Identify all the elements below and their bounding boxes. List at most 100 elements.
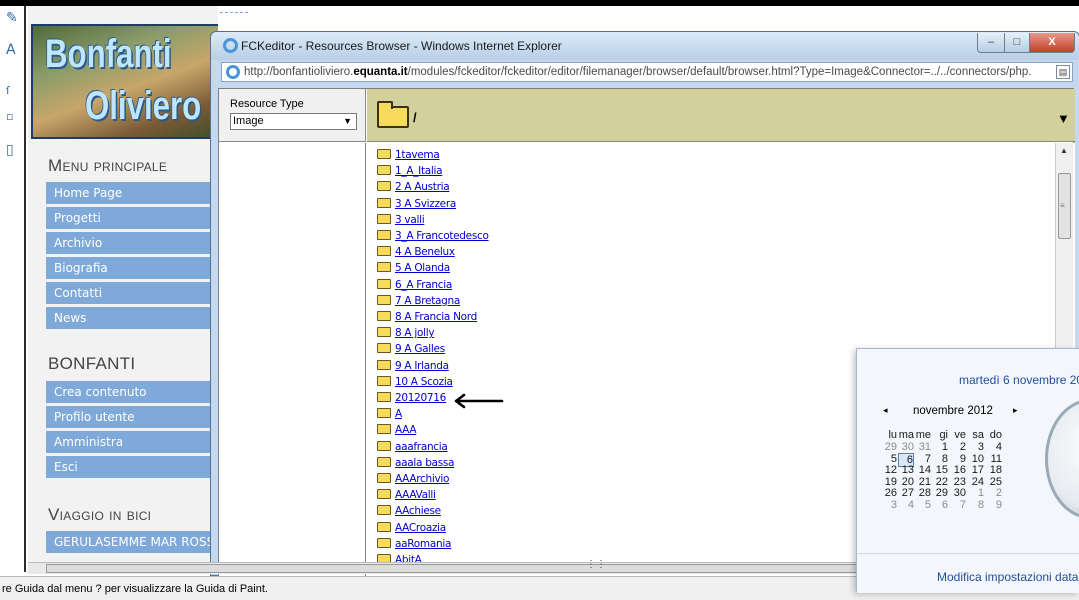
folder-item[interactable]: 1_A_Italia [377,165,443,178]
calendar-day[interactable]: 5 [881,453,897,465]
calendar-month-label[interactable]: novembre 2012 [913,405,993,417]
window-titlebar[interactable]: FCKeditor - Resources Browser - Windows … [211,32,1079,60]
calendar-day[interactable]: 20 [898,476,914,488]
calendar-day[interactable]: 28 [915,487,931,499]
calendar-day[interactable]: 18 [986,464,1002,476]
folder-item[interactable]: 10 A Scozia [377,375,453,389]
resource-type-select[interactable]: Image ▼ [230,113,357,130]
calendar-day[interactable]: 29 [932,487,948,499]
hscroll-grip-icon: ⋮⋮ [586,559,606,570]
menu-item-esci[interactable]: Esci [46,456,218,478]
selection-tool-icon[interactable]: ▯ [6,142,14,158]
folder-dropdown-icon[interactable]: ▼ [1057,111,1070,126]
minimize-button[interactable]: – [977,33,1005,53]
calendar-day[interactable]: 8 [932,453,948,465]
calendar-day[interactable]: 7 [915,453,931,465]
folder-item[interactable]: 20120716 [377,392,446,405]
folder-item[interactable]: AACroazia [377,521,446,535]
menu-item-progetti[interactable]: Progetti [46,207,218,229]
calendar-day[interactable]: 4 [986,441,1002,453]
calendar-day[interactable]: 1 [932,441,948,453]
scrollbar-grip-icon: ≡ [1060,201,1065,210]
calendar-day[interactable]: 25 [986,476,1002,488]
folder-item[interactable]: 3_A Francotedesco [377,230,489,243]
calendar-day[interactable]: 7 [950,499,966,511]
calendar-day[interactable]: 16 [950,464,966,476]
calendar-day[interactable]: 23 [950,476,966,488]
calendar-day[interactable]: 5 [915,499,931,511]
calendar-day[interactable]: 27 [898,487,914,499]
calendar-day[interactable]: 3 [968,441,984,453]
calendar-day[interactable]: 26 [881,487,897,499]
calendar-day[interactable]: 11 [986,453,1002,465]
brush-tool-icon[interactable]: ſ [6,84,10,97]
calendar-day[interactable]: 13 [898,464,914,476]
menu-item-biografia[interactable]: Biografia [46,257,218,279]
folder-item[interactable]: 6_A Francia [377,278,452,292]
calendar-day[interactable]: 31 [915,441,931,453]
next-month-icon[interactable]: ▸ [1013,405,1018,416]
folder-item[interactable]: 7 A Bretagna [377,294,460,308]
calendar-day[interactable]: 21 [915,476,931,488]
maximize-button[interactable]: □ [1004,33,1030,53]
calendar-date-title[interactable]: martedì 6 novembre 2012 [959,373,1079,387]
folder-item[interactable]: AAA [377,424,417,437]
folder-item[interactable]: 3 valli [377,213,425,227]
calendar-day[interactable]: 17 [968,464,984,476]
menu-item-news[interactable]: News [46,307,218,329]
folder-item[interactable]: AAArchivio [377,473,449,486]
calendar-day[interactable]: 4 [898,499,914,511]
folder-item[interactable]: 5 A Olanda [377,262,450,275]
folder-item[interactable]: 3 A Svizzera [377,197,456,211]
menu-item-amministra[interactable]: Amministra [46,431,218,453]
letter-tool-icon[interactable]: A [6,42,16,58]
folder-item[interactable]: aaRomania [377,537,451,551]
calendar-day[interactable]: 9 [986,499,1002,511]
shape-tool-icon[interactable]: ▫ [6,110,13,123]
site-logo[interactable]: Bonfanti Oliviero [31,24,218,139]
calendar-day[interactable]: 29 [881,441,897,453]
calendar-day[interactable]: 15 [932,464,948,476]
calendar-day[interactable]: 8 [968,499,984,511]
folder-item[interactable]: 8 A Francia Nord [377,311,477,324]
folder-item[interactable]: A [377,408,402,421]
menu-item-profilo-utente[interactable]: Profilo utente [46,406,218,428]
close-button[interactable]: X [1029,33,1075,53]
menu-item-archivio[interactable]: Archivio [46,232,218,254]
calendar-day[interactable]: 6 [932,499,948,511]
calendar-day[interactable]: 1 [968,487,984,499]
menu-item-contatti[interactable]: Contatti [46,282,218,304]
calendar-day[interactable]: 12 [881,464,897,476]
scroll-up-icon[interactable]: ▲ [1060,146,1068,155]
folder-item[interactable]: 4 A Benelux [377,246,455,259]
folder-item[interactable]: AAchiese [377,505,441,518]
calendar-day[interactable]: 3 [881,499,897,511]
folder-item[interactable]: 9 A Irlanda [377,359,449,373]
address-bar[interactable]: http://bonfantioliviero.equanta.it/modul… [221,62,1073,82]
calendar-day[interactable]: 10 [968,453,984,465]
folder-item[interactable]: aaala bassa [377,456,454,470]
calendar-day[interactable]: 14 [915,464,931,476]
folder-item[interactable]: 8 A jolly [377,327,435,340]
folder-item[interactable]: 2 A Austria [377,181,450,194]
prev-month-icon[interactable]: ◂ [883,405,888,416]
calendar-day[interactable]: 9 [950,453,966,465]
pencil-tool-icon[interactable]: ✎ [6,10,18,26]
menu-item-gerusalemme[interactable]: GERULASEMME MAR ROSS [46,531,218,553]
menu-item-crea-contenuto[interactable]: Crea contenuto [46,381,218,403]
compat-view-icon[interactable]: ▤ [1056,65,1070,79]
calendar-day[interactable]: 30 [950,487,966,499]
folder-item[interactable]: 1tavema [377,149,440,162]
folder-item[interactable]: aaafrancia [377,440,448,454]
calendar-day[interactable]: 24 [968,476,984,488]
calendar-day[interactable]: 19 [881,476,897,488]
calendar-day[interactable]: 2 [950,441,966,453]
change-date-settings-link[interactable]: Modifica impostazioni data e [937,570,1079,584]
menu-item-home[interactable]: Home Page [46,182,218,204]
folder-item[interactable]: AAAValli [377,489,436,502]
calendar-day[interactable]: 30 [898,441,914,453]
calendar-day[interactable]: 22 [932,476,948,488]
folder-icon [377,473,391,483]
folder-item[interactable]: 9 A Galles [377,343,445,356]
calendar-day[interactable]: 2 [986,487,1002,499]
